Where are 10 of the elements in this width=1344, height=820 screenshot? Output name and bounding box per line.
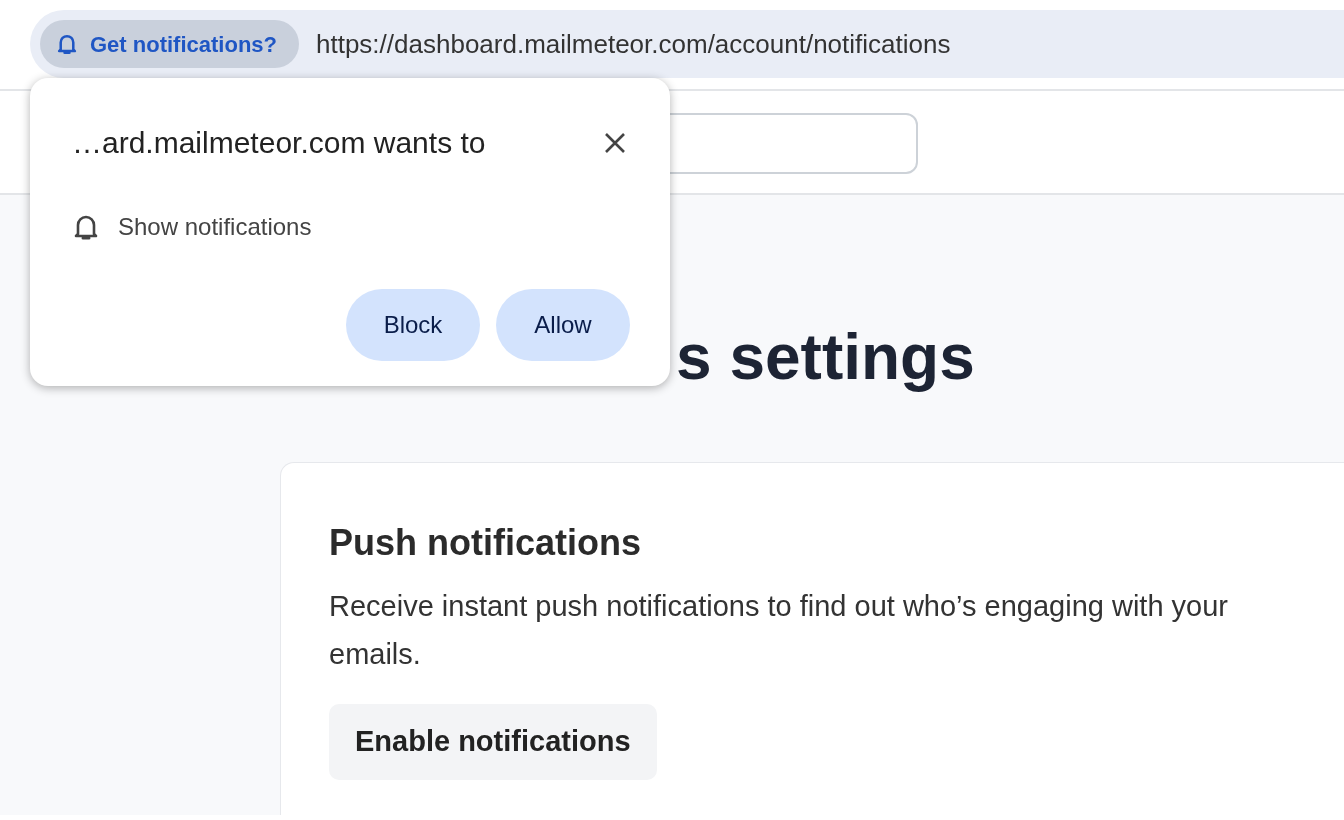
permission-button[interactable]: Block (346, 289, 480, 361)
permission-button[interactable]: Allow (496, 289, 630, 361)
permission-chip[interactable]: Get notifications? (40, 20, 299, 68)
card-description: Receive instant push notifications to find out who’s engaging with your emails. (329, 589, 1229, 673)
enable-notifications-button[interactable]: Enable notifications (329, 704, 657, 780)
bell-icon (56, 32, 78, 56)
permission-label: Show notifications (118, 212, 312, 242)
card-title: Push notifications (329, 521, 642, 565)
url-text[interactable]: https://dashboard.mailmeteor.com/account/notifications (316, 24, 951, 64)
popup-title: …ard.mailmeteor.com wants to (72, 125, 486, 161)
